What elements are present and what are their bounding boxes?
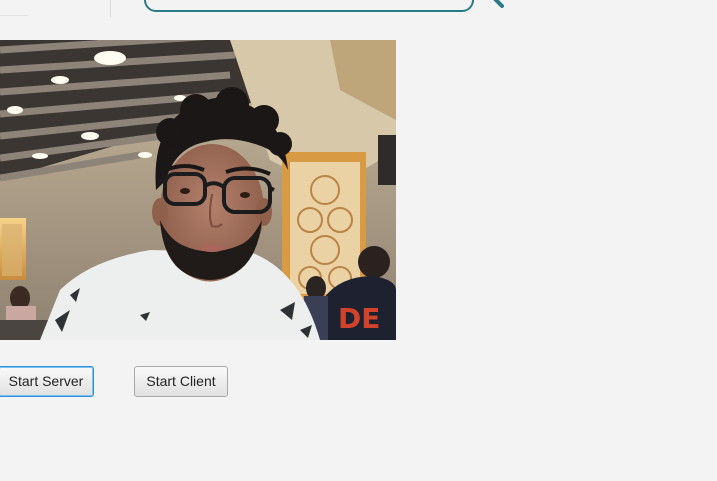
search-icon[interactable] xyxy=(488,0,506,10)
start-client-button[interactable]: Start Client xyxy=(134,366,228,397)
camera-feed: DE xyxy=(0,40,396,340)
search-field[interactable] xyxy=(144,0,474,12)
top-divider xyxy=(110,0,111,17)
shirt-text: DE xyxy=(338,302,380,335)
top-separator xyxy=(0,15,28,16)
start-server-button[interactable]: Start Server xyxy=(0,366,94,397)
